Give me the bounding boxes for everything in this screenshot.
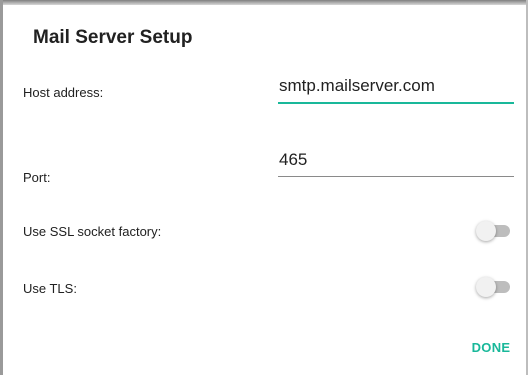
- use-tls-switch[interactable]: [476, 277, 512, 297]
- use-tls-label: Use TLS:: [23, 281, 77, 296]
- mail-server-setup-dialog: Mail Server Setup Host address: Port: Us…: [3, 5, 526, 375]
- use-ssl-switch[interactable]: [476, 221, 512, 241]
- switch-thumb: [476, 221, 496, 241]
- use-ssl-label: Use SSL socket factory:: [23, 224, 162, 239]
- dialog-title: Mail Server Setup: [33, 27, 193, 48]
- port-label: Port:: [23, 170, 51, 185]
- done-button[interactable]: DONE: [465, 335, 517, 359]
- host-address-input[interactable]: [278, 70, 514, 102]
- switch-thumb: [476, 277, 496, 297]
- host-address-label: Host address:: [23, 85, 104, 100]
- port-input[interactable]: [278, 143, 514, 176]
- port-field[interactable]: [278, 143, 514, 177]
- host-address-field[interactable]: [278, 70, 514, 104]
